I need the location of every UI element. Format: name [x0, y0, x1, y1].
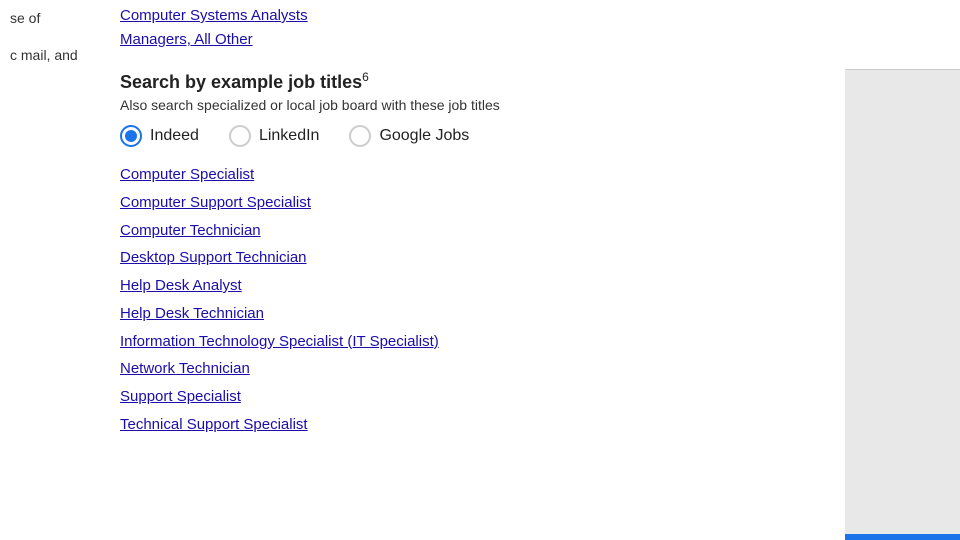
link-support-specialist[interactable]: Support Specialist — [120, 383, 835, 411]
radio-indeed-label: Indeed — [150, 127, 199, 145]
link-managers-all-other[interactable]: Managers, All Other — [120, 28, 835, 52]
radio-linkedin-label: LinkedIn — [259, 127, 320, 145]
link-desktop-support-technician[interactable]: Desktop Support Technician — [120, 244, 835, 272]
radio-linkedin-circle — [229, 125, 251, 147]
radio-linkedin[interactable]: LinkedIn — [229, 125, 320, 147]
link-network-technician[interactable]: Network Technician — [120, 355, 835, 383]
job-links-section: Computer Specialist Computer Support Spe… — [120, 161, 835, 439]
link-computer-support-specialist[interactable]: Computer Support Specialist — [120, 189, 835, 217]
link-it-specialist[interactable]: Information Technology Specialist (IT Sp… — [120, 328, 835, 356]
radio-indeed[interactable]: Indeed — [120, 125, 199, 147]
main-content: Computer Systems Analysts Managers, All … — [110, 0, 845, 540]
left-panel: se of c mail, and — [0, 0, 110, 540]
link-computer-systems-analysts[interactable]: Computer Systems Analysts — [120, 4, 835, 28]
radio-google-jobs-circle — [349, 125, 371, 147]
link-computer-specialist[interactable]: Computer Specialist — [120, 161, 835, 189]
section-subtitle: Also search specialized or local job boa… — [120, 97, 835, 113]
link-help-desk-technician[interactable]: Help Desk Technician — [120, 300, 835, 328]
link-computer-technician[interactable]: Computer Technician — [120, 217, 835, 245]
radio-google-jobs-label: Google Jobs — [379, 127, 469, 145]
radio-indeed-circle — [120, 125, 142, 147]
bottom-bar — [845, 534, 960, 540]
link-help-desk-analyst[interactable]: Help Desk Analyst — [120, 272, 835, 300]
link-technical-support-specialist[interactable]: Technical Support Specialist — [120, 411, 835, 439]
job-board-radio-group: Indeed LinkedIn Google Jobs — [120, 125, 835, 147]
radio-google-jobs[interactable]: Google Jobs — [349, 125, 469, 147]
left-text-1: se of — [0, 0, 110, 37]
top-links-section: Computer Systems Analysts Managers, All … — [120, 0, 835, 60]
right-panel — [845, 0, 960, 540]
section-title: Search by example job titles6 — [120, 70, 835, 93]
right-panel-top — [845, 0, 960, 70]
left-text-2: c mail, and — [0, 37, 110, 74]
